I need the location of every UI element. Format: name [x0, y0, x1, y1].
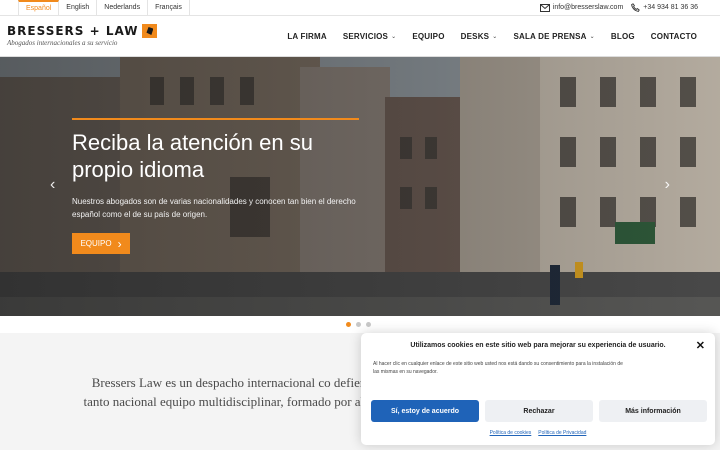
- nav-desks[interactable]: DESKS ⌄: [453, 32, 506, 41]
- lang-es[interactable]: Español: [18, 0, 60, 15]
- cookie-body: Al hacer clic en cualquier enlace de est…: [373, 361, 623, 375]
- nav-sala-de-prensa[interactable]: SALA DE PRENSA ⌄: [505, 32, 602, 41]
- reject-cookies-button[interactable]: Rechazar: [485, 400, 593, 422]
- privacy-policy-link[interactable]: Política de Privacidad: [538, 430, 586, 436]
- logo[interactable]: BRESSERS + LAW Abogados internacionales …: [7, 24, 158, 47]
- top-bar: Español English Nederlands Français info…: [0, 0, 720, 16]
- nav-label: DESKS: [460, 31, 490, 41]
- main-nav: LA FIRMA SERVICIOS ⌄ EQUIPO DESKS ⌄ SALA D…: [279, 16, 705, 56]
- equipo-button[interactable]: EQUIPO ›: [72, 233, 130, 254]
- lang-fr[interactable]: Français: [148, 0, 190, 15]
- contact-info: info@bresserslaw.com +34 934 81 36 36: [539, 0, 698, 15]
- nav-label: CONTACTO: [650, 31, 697, 41]
- tagline: Abogados internacionales a su servicio: [7, 39, 118, 47]
- lang-en[interactable]: English: [59, 0, 98, 15]
- cookie-policy-link[interactable]: Política de cookies: [490, 430, 532, 436]
- nav-la-firma[interactable]: LA FIRMA: [279, 32, 335, 41]
- slider-dot-1[interactable]: [346, 322, 351, 327]
- nav-blog[interactable]: BLOG: [603, 32, 643, 41]
- hero-slider: Reciba la atención en su propio idioma N…: [0, 57, 720, 316]
- cookie-consent-dialog: Utilizamos cookies en este sitio web par…: [361, 333, 715, 445]
- phone-text: +34 934 81 36 36: [643, 4, 698, 11]
- email-text: info@bresserslaw.com: [552, 4, 624, 11]
- nav-label: SALA DE PRENSA: [513, 31, 587, 41]
- cookie-buttons: Sí, estoy de acuerdo Rechazar Más inform…: [371, 400, 707, 422]
- nav-equipo[interactable]: EQUIPO: [404, 32, 452, 41]
- hero-accent-rule: [72, 118, 359, 120]
- nav-servicios[interactable]: SERVICIOS ⌄: [335, 32, 404, 41]
- nav-label: SERVICIOS: [342, 31, 389, 41]
- hero-overlay: [0, 57, 720, 316]
- chevron-down-icon: ⌄: [492, 33, 498, 40]
- nav-label: EQUIPO: [412, 31, 445, 41]
- hero-text: Nuestros abogados son de varias nacional…: [72, 197, 356, 219]
- close-icon[interactable]: ✕: [696, 341, 705, 352]
- logo-badge-icon: [142, 24, 158, 38]
- chevron-down-icon: ⌄: [391, 33, 397, 40]
- site-header: BRESSERS + LAW Abogados internacionales …: [0, 16, 720, 57]
- slider-dot-3[interactable]: [366, 322, 371, 327]
- slider-prev-arrow-icon[interactable]: ‹: [50, 177, 55, 193]
- lang-nl[interactable]: Nederlands: [97, 0, 149, 15]
- cookie-title: Utilizamos cookies en este sitio web par…: [410, 342, 666, 349]
- language-switcher: Español English Nederlands Français: [18, 0, 190, 15]
- nav-label: BLOG: [610, 31, 635, 41]
- slider-dots: [346, 322, 371, 327]
- slider-next-arrow-icon[interactable]: ›: [665, 177, 670, 193]
- more-info-button[interactable]: Más información: [599, 400, 707, 422]
- phone-icon: [631, 3, 641, 12]
- phone-link[interactable]: +34 934 81 36 36: [631, 3, 698, 12]
- nav-label: LA FIRMA: [287, 31, 327, 41]
- logo-text: BRESSERS + LAW: [7, 24, 139, 38]
- chevron-right-icon: ›: [117, 236, 122, 251]
- accept-cookies-button[interactable]: Sí, estoy de acuerdo: [371, 400, 479, 422]
- envelope-icon: [539, 3, 550, 12]
- email-link[interactable]: info@bresserslaw.com: [539, 3, 624, 12]
- cookie-links: Política de cookies Política de Privacid…: [361, 430, 715, 436]
- chevron-down-icon: ⌄: [589, 33, 595, 40]
- hero-title: Reciba la atención en su propio idioma: [72, 130, 313, 182]
- slider-dot-2[interactable]: [356, 322, 361, 327]
- equipo-button-label: EQUIPO: [80, 239, 112, 248]
- nav-contacto[interactable]: CONTACTO: [643, 32, 705, 41]
